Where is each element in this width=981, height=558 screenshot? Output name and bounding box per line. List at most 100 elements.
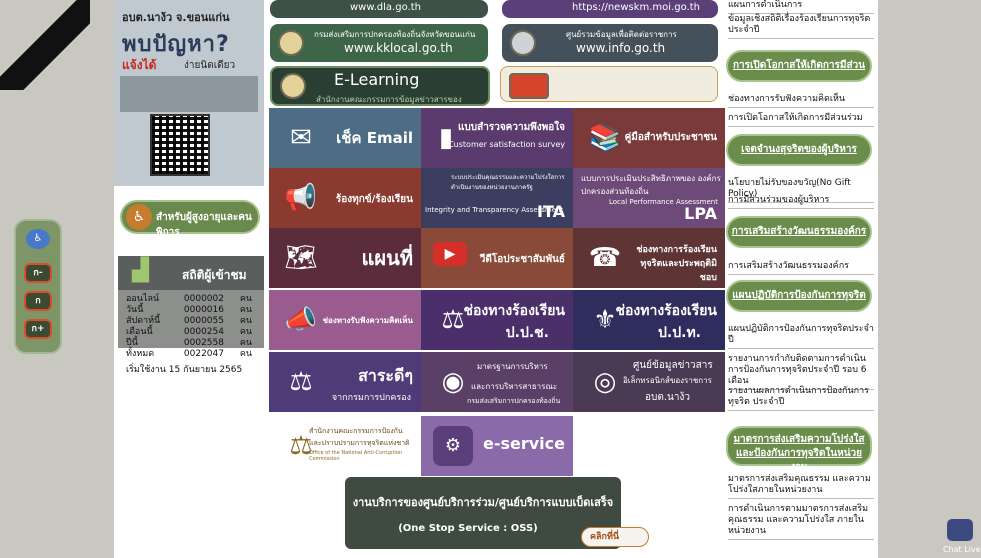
standard-line2: และการบริหารสาธารณะ [471, 382, 558, 391]
opinion-tile[interactable]: 📣 ช่องทางรับฟังความคิดเห็น [269, 290, 421, 350]
link-participation[interactable]: การเปิดโอกาสให้เกิดการมีส่วนร่วม [728, 113, 874, 127]
link-culture[interactable]: การเสริมสร้างวัฒนธรรมองค์กร [728, 261, 874, 275]
oss-title: งานบริการของศูนย์บริการร่วม/ศูนย์บริการแ… [352, 496, 614, 509]
info-caption: ศูนย์รวมข้อมูลเพื่อติดต่อราชการ [566, 30, 677, 39]
kklocal-url: www.kklocal.go.th [344, 41, 453, 55]
bar-chart-icon: ▮ [438, 123, 454, 153]
elearning-link[interactable]: E-Learning สำนักงานคณะกรรมการข้อมูลข่าวส… [270, 66, 490, 106]
stat-unit: คน [239, 305, 252, 315]
survey-label: แบบสำรวจความพึงพอใจ [457, 122, 565, 133]
kklocal-link[interactable]: กรมส่งเสริมการปกครองท้องถิ่นจังหวัดขอนแก… [270, 24, 488, 62]
link-result-report[interactable]: รายงานผลการดำเนินการป้องกันการทุจริต ประ… [728, 386, 874, 411]
poster-sub-dark: ง่ายนิดเดียว [184, 60, 236, 71]
elearning-sub: สำนักงานคณะกรรมการข้อมูลข่าวสารของราชการ [316, 95, 462, 104]
newskm-link[interactable]: https://newskm.moi.go.th [502, 0, 718, 18]
ita-tile[interactable]: ระบบประเมินคุณธรรมและความโปร่งใสการดำเนิ… [421, 168, 573, 228]
stat-unit: คน [239, 327, 252, 337]
check-email-tile[interactable]: ✉ เช็ค Email [269, 108, 421, 168]
integrity-button[interactable]: เจตจำนงสุจริตของผู้บริหาร [726, 134, 872, 166]
map-tile[interactable]: 🗺 แผนที่ [269, 228, 421, 288]
sarakadee-sub: จากกรมการปกครอง [331, 393, 411, 403]
info-center-tile[interactable]: ◎ ศูนย์ข้อมูลข่าวสาร อิเล็กทรอนิกส์ของรา… [573, 352, 725, 412]
stat-row: วันนี้ 0000016 คน [126, 305, 266, 316]
eservice-tile[interactable]: ⚙ e-service [421, 416, 573, 476]
accessibility-icon[interactable]: ♿ [26, 229, 50, 249]
map-label: แผนที่ [361, 246, 413, 270]
stat-value: 0000254 [183, 327, 224, 337]
lpa-label: LPA [684, 204, 717, 223]
survey-en-label: Customer satisfaction survey [448, 140, 565, 149]
culture-button[interactable]: การเสริมสร้างวัฒนธรรมองค์กร [726, 216, 872, 248]
elderly-button[interactable]: ♿ สำหรับผู้สูงอายุและคนพิการ [120, 200, 260, 238]
ppch-tile[interactable]: ⚖ ช่องทางร้องเรียน ป.ป.ช. [421, 290, 573, 350]
complaint-poster[interactable]: อบต.นาง้ว จ.ขอนแก่น พบปัญหา? แจ้งได้ ง่า… [114, 0, 264, 186]
stat-label: ปีนี้ [126, 338, 138, 348]
standard-tile[interactable]: ◉ มาตรฐานการบริหาร และการบริหารสาธารณะ ก… [421, 352, 573, 412]
elderly-icon: ♿ [126, 204, 152, 230]
ppch-label: ป.ป.ช. [505, 325, 549, 341]
link-channel[interactable]: ช่องทางการรับฟังความคิดเห็น [728, 94, 874, 108]
chat-live-widget[interactable]: Chat Live [943, 519, 981, 557]
stat-row: เดือนนี้ 0000254 คน [126, 327, 266, 338]
info-center-line1: ศูนย์ข้อมูลข่าวสาร [633, 360, 713, 371]
font-size-panel: ♿ ก- ก ก+ [14, 219, 62, 354]
dla-link[interactable]: www.dla.go.th [270, 0, 488, 18]
link-follow-measures[interactable]: การดำเนินการตามมาตรการส่งเสริมคุณธรรม แล… [728, 504, 874, 540]
font-increase-button[interactable]: ก+ [24, 319, 52, 339]
nacc-line1: สำนักงานคณะกรรมการป้องกัน [309, 427, 403, 435]
email-icon: ✉ [290, 123, 312, 153]
stat-value: 0000055 [183, 316, 224, 326]
ecard-logo [509, 73, 549, 99]
complaint-tile[interactable]: 📢 ร้องทุกข์/ร้องเรียน [269, 168, 421, 228]
measures-button[interactable]: มาตรการส่งเสริมความโปร่งใสและป้องกันการท… [726, 426, 872, 473]
link-prevention-plan[interactable]: แผนปฏิบัติการป้องกันการทุจริตประจำปี [728, 324, 874, 349]
lpa-tile[interactable]: แบบการประเมินประสิทธิภาพของ องค์กรปกครอง… [573, 168, 725, 228]
chat-live-label: Chat Live [943, 545, 981, 554]
justice-icon: ⚖ [289, 367, 313, 397]
prevention-plan-button[interactable]: แผนปฏิบัติการป้องกันการทุจริต [726, 280, 872, 312]
stat-label: เดือนนี้ [126, 327, 153, 337]
link-complaint-stats[interactable]: ข้อมูลเชิงสถิติเรื่องร้องเรียนการทุจริตป… [728, 14, 874, 39]
ppt-title: ช่องทางร้องเรียน [615, 303, 717, 319]
font-normal-button[interactable]: ก [24, 291, 52, 311]
oss-click-button[interactable]: คลิกที่นี่ [581, 527, 649, 547]
right-margin [878, 0, 981, 558]
sarakadee-label: สาระดีๆ [358, 366, 413, 385]
video-label: วีดีโอประชาสัมพันธ์ [479, 254, 565, 265]
stat-label: สัปดาห์นี้ [126, 316, 161, 326]
stats-header: ▟ สถิติผู้เข้าชม [118, 256, 264, 290]
link-measures[interactable]: มาตรการส่งเสริมคุณธรรม และความโปร่งใสภาย… [728, 474, 874, 499]
manual-tile[interactable]: 📚 คู่มือสำหรับประชาชน [573, 108, 725, 168]
participation-button[interactable]: การเปิดโอกาสให้เกิดการมีส่วนร่วม [726, 50, 872, 99]
corruption-channel-tile[interactable]: ☎ ช่องทางการร้องเรียนทุจริตและประพฤติมิช… [573, 228, 725, 288]
stat-label: ทั้งหมด [126, 349, 155, 359]
stat-label: วันนี้ [126, 305, 144, 315]
info-link[interactable]: ศูนย์รวมข้อมูลเพื่อติดต่อราชการ www.info… [502, 24, 718, 62]
nacc-tile[interactable]: ⚖ สำนักงานคณะกรรมการป้องกัน และปราบปรามก… [269, 416, 421, 476]
mourning-band [0, 0, 90, 90]
ecard-banner[interactable] [500, 66, 718, 102]
survey-tile[interactable]: ▮ แบบสำรวจความพึงพอใจ Customer satisfact… [421, 108, 573, 168]
oss-banner[interactable]: งานบริการของศูนย์บริการร่วม/ศูนย์บริการแ… [345, 477, 621, 549]
ppt-tile[interactable]: ⚜ ช่องทางร้องเรียน ป.ป.ท. [573, 290, 725, 350]
hand-phone-icon: ☎ [588, 243, 622, 273]
ppt-label: ป.ป.ท. [658, 325, 701, 341]
sarakadee-tile[interactable]: ⚖ สาระดีๆ จากกรมการปกครอง [269, 352, 421, 412]
org-seal-icon: ◎ [593, 367, 617, 397]
stat-value: 0002558 [183, 338, 224, 348]
link-executive[interactable]: การมีส่วนร่วมของผู้บริหาร [728, 195, 874, 209]
nacc-en: Office of the National Anti-Corruption C… [309, 450, 403, 462]
oss-subtitle: (One Stop Service : OSS) [398, 523, 538, 534]
chat-bubble-icon [947, 519, 973, 541]
left-margin: ♿ ก- ก ก+ [0, 0, 114, 558]
qr-code [150, 114, 210, 176]
kklocal-caption: กรมส่งเสริมการปกครองท้องถิ่นจังหวัดขอนแก… [314, 30, 476, 39]
stat-value: 0022047 [183, 349, 224, 359]
megaphone-icon: 📢 [284, 183, 318, 213]
poster-sub-red: แจ้งได้ [122, 58, 157, 72]
link-monitoring-report[interactable]: รายงานการกำกับติดตามการดำเนินการป้องกันก… [728, 354, 874, 390]
link-plan[interactable]: แผนการดำเนินการ [728, 0, 874, 14]
dla-seal-icon [278, 30, 304, 56]
video-tile[interactable]: ▶ วีดีโอประชาสัมพันธ์ [421, 228, 573, 288]
font-decrease-button[interactable]: ก- [24, 263, 52, 283]
